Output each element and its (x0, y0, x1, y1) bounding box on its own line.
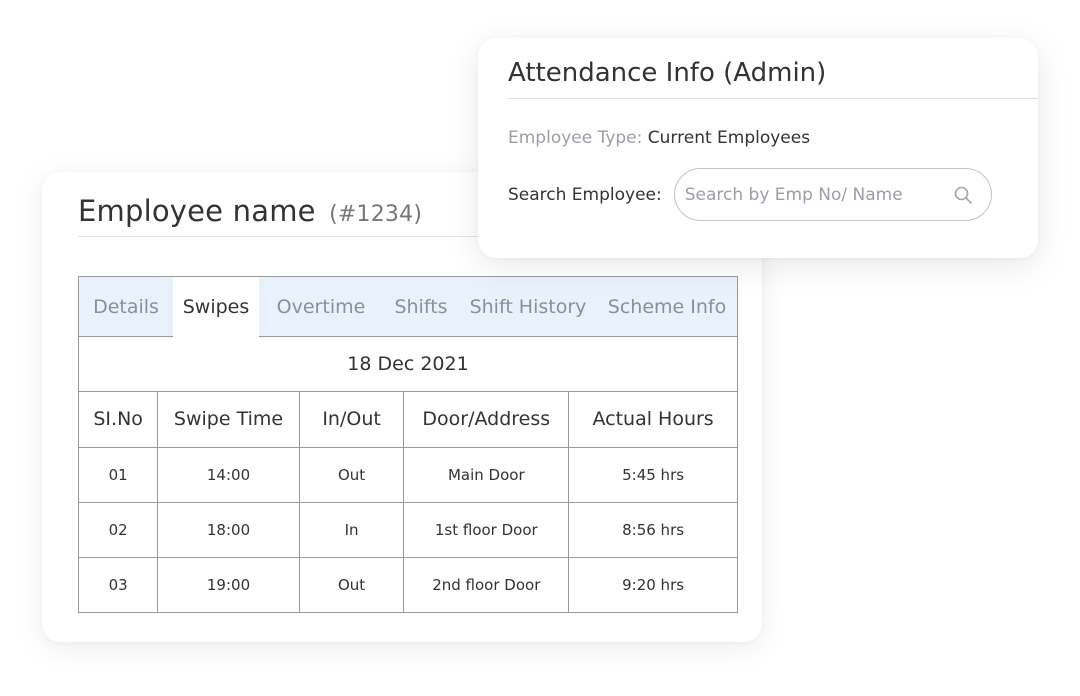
cell-swipe-time: 19:00 (157, 557, 300, 612)
search-icon[interactable] (953, 185, 973, 205)
search-label: Search Employee: (508, 184, 662, 205)
column-header-swipe-time: Swipe Time (157, 392, 300, 448)
employee-type-label: Employee Type: (508, 128, 643, 148)
table-row: 03 19:00 Out 2nd floor Door 9:20 hrs (79, 557, 737, 612)
cell-door-address: 2nd floor Door (403, 557, 570, 612)
stage: Employee name (#1234) Details Swipes Ove… (0, 0, 1080, 696)
employee-type-value: Current Employees (647, 128, 811, 148)
cell-swipe-time: 18:00 (157, 502, 300, 558)
table-row: 02 18:00 In 1st floor Door 8:56 hrs (79, 502, 737, 558)
cell-sl-no: 03 (79, 557, 159, 612)
cell-sl-no: 02 (79, 502, 159, 558)
tab-details[interactable]: Details (79, 277, 173, 336)
tab-bar: Details Swipes Overtime Shifts Shift His… (79, 277, 737, 337)
cell-swipe-time: 14:00 (157, 447, 300, 503)
tab-overtime[interactable]: Overtime (259, 277, 383, 336)
attendance-title: Attendance Info (Admin) (508, 58, 1038, 99)
swipe-date: 18 Dec 2021 (79, 337, 737, 392)
cell-sl-no: 01 (79, 447, 159, 503)
search-input[interactable] (674, 169, 991, 220)
search-box (673, 168, 992, 221)
tab-scheme-info[interactable]: Scheme Info (597, 277, 737, 336)
column-header-actual-hours: Actual Hours (568, 392, 737, 448)
employee-type: Employee Type: Current Employees (508, 128, 810, 148)
column-header-door-address: Door/Address (403, 392, 570, 448)
cell-actual-hours: 9:20 hrs (622, 575, 685, 594)
swipes-panel: Details Swipes Overtime Shifts Shift His… (78, 276, 738, 613)
cell-in-out: Out (299, 557, 405, 612)
cell-actual-hours: 5:45 hrs (568, 447, 737, 503)
search-row: Search Employee: (508, 168, 992, 221)
cell-in-out: In (299, 502, 405, 558)
cell-actual-hours: 8:56 hrs (568, 502, 737, 558)
cell-in-out: Out (299, 447, 405, 503)
column-header-in-out: In/Out (299, 392, 405, 448)
cell-door-address: 1st floor Door (403, 502, 570, 558)
swipes-table: SI.No Swipe Time In/Out Door/Address Act… (79, 392, 737, 612)
attendance-card: Attendance Info (Admin) Employee Type: C… (478, 38, 1038, 258)
employee-id: (#1234) (329, 202, 423, 227)
tab-swipes[interactable]: Swipes (173, 277, 259, 337)
tab-shifts[interactable]: Shifts (383, 277, 459, 336)
employee-name: Employee name (78, 194, 316, 228)
table-row: 01 14:00 Out Main Door 5:45 hrs (79, 447, 737, 503)
cell-door-address: Main Door (403, 447, 570, 503)
table-header-row: SI.No Swipe Time In/Out Door/Address Act… (79, 392, 737, 448)
column-header-sl-no: SI.No (79, 392, 159, 448)
tab-shift-history[interactable]: Shift History (459, 277, 597, 336)
